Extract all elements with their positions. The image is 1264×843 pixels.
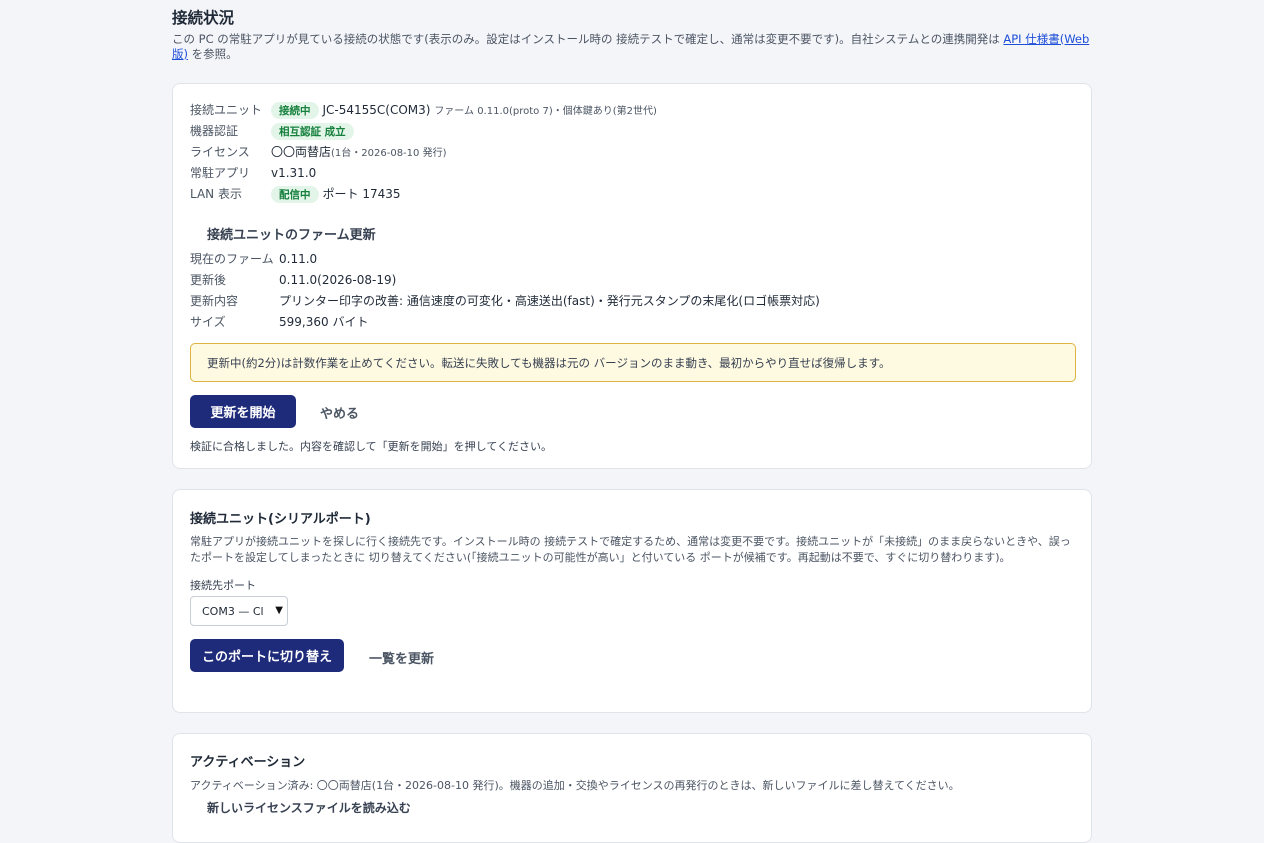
load-license-label[interactable]: 新しいライセンスファイルを読み込む	[207, 800, 1093, 816]
firmware-current-value: 0.11.0	[279, 252, 318, 266]
activation-card: アクティベーション アクティベーション済み: 〇〇両替店(1台・2026-08-…	[172, 733, 1092, 843]
firmware-current-label: 現在のファーム	[190, 252, 274, 266]
status-row-auth: 機器認証 相互認証 成立	[190, 122, 358, 140]
auth-status-badge: 相互認証 成立	[271, 123, 354, 140]
unit-label: 接続ユニット	[190, 103, 263, 117]
firmware-content-value: プリンター印字の改善: 通信速度の可変化・高速送出(fast)・発行元スタンプの…	[279, 294, 820, 308]
firmware-row-current: 現在のファーム 0.11.0	[190, 250, 317, 267]
unit-value: JC-54155C(COM3)	[322, 103, 431, 117]
serial-card-description: 常駐アプリが接続ユニットを探しに行く接続先です。インストール時の 接続テストで確…	[190, 535, 1071, 564]
license-detail: (1台・2026-08-10 発行)	[331, 148, 447, 159]
lan-label: LAN 表示	[190, 187, 242, 201]
serial-card-title: 接続ユニット(シリアルポート)	[190, 512, 371, 527]
firmware-warning: 更新中(約2分)は計数作業を止めてください。転送に失敗しても機器は元の バージョ…	[190, 343, 1076, 382]
port-select[interactable]: COM3 — Cl ▼	[190, 596, 288, 626]
firmware-size-label: サイズ	[190, 315, 226, 329]
page-description: この PC の常駐アプリが見ている接続の状態です(表示のみ。設定はインストール時…	[172, 32, 1092, 62]
unit-detail: ファーム 0.11.0(proto 7)・個体鍵あり(第2世代)	[434, 106, 657, 117]
firmware-after-value: 0.11.0(2026-08-19)	[279, 273, 397, 287]
refresh-port-list-button[interactable]: 一覧を更新	[369, 648, 434, 667]
license-label: ライセンス	[190, 145, 250, 159]
start-update-button[interactable]: 更新を開始	[190, 395, 296, 428]
status-row-app: 常駐アプリ v1.31.0	[190, 164, 316, 181]
firmware-after-label: 更新後	[190, 273, 227, 287]
firmware-row-content: 更新内容 プリンター印字の改善: 通信速度の可変化・高速送出(fast)・発行元ス…	[190, 292, 820, 309]
activation-description: アクティベーション済み: 〇〇両替店(1台・2026-08-10 発行)。機器の…	[190, 779, 960, 792]
firmware-content-label: 更新内容	[190, 294, 239, 308]
status-row-license: ライセンス 〇〇両替店(1台・2026-08-10 発行)	[190, 143, 446, 160]
page-description-suffix: を参照。	[191, 47, 238, 61]
firmware-size-value: 599,360 バイト	[279, 315, 369, 329]
page-title: 接続状況	[172, 9, 235, 27]
page-description-text: この PC の常駐アプリが見ている接続の状態です(表示のみ。設定はインストール時…	[172, 32, 1000, 46]
port-selected-value: COM3 — Cl	[202, 605, 264, 618]
status-row-lan: LAN 表示 配信中 ポート 17435	[190, 185, 401, 203]
app-label: 常駐アプリ	[190, 166, 251, 180]
app-version: v1.31.0	[271, 166, 317, 180]
status-card: 接続ユニット 接続中 JC-54155C(COM3) ファーム 0.11.0(pro…	[172, 83, 1092, 469]
lan-status-badge: 配信中	[271, 186, 319, 203]
auth-label: 機器認証	[190, 124, 239, 138]
firmware-row-size: サイズ 599,360 バイト	[190, 313, 368, 330]
activation-card-title: アクティベーション	[190, 755, 306, 770]
lan-port: ポート 17435	[322, 187, 401, 201]
switch-port-button[interactable]: このポートに切り替え	[190, 639, 344, 672]
serial-port-card: 接続ユニット(シリアルポート) 常駐アプリが接続ユニットを探しに行く接続先です。…	[172, 489, 1092, 713]
unit-status-badge: 接続中	[271, 102, 319, 119]
firmware-section-title: 接続ユニットのファーム更新	[207, 228, 376, 243]
firmware-row-after: 更新後 0.11.0(2026-08-19)	[190, 271, 396, 288]
license-value: 〇〇両替店	[271, 145, 332, 159]
status-row-unit: 接続ユニット 接続中 JC-54155C(COM3) ファーム 0.11.0(pro…	[190, 101, 657, 119]
verify-note: 検証に合格しました。内容を確認して「更新を開始」を押してください。	[190, 440, 553, 453]
chevron-down-icon: ▼	[275, 605, 283, 616]
port-field-label: 接続先ポート	[190, 579, 256, 592]
cancel-update-button[interactable]: やめる	[320, 403, 359, 422]
